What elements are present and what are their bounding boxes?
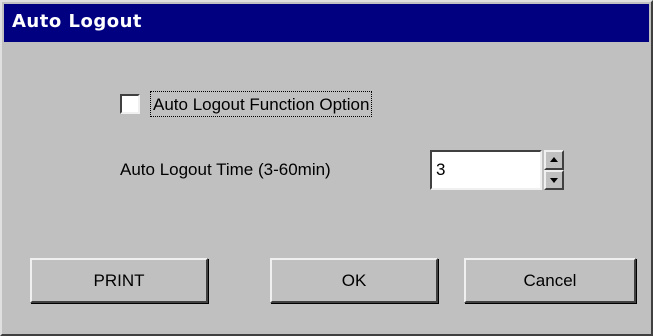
auto-logout-option-checkbox[interactable] (120, 94, 140, 114)
auto-logout-option-label[interactable]: Auto Logout Function Option (150, 91, 373, 117)
spin-down-button[interactable] (544, 170, 564, 190)
title-bar: Auto Logout (4, 4, 649, 42)
spin-up-arrow-icon (550, 157, 558, 162)
cancel-button[interactable]: Cancel (464, 258, 636, 303)
auto-logout-time-input[interactable] (430, 150, 542, 190)
dialog-title: Auto Logout (12, 11, 142, 32)
auto-logout-dialog: Auto Logout Auto Logout Function Option … (0, 0, 653, 336)
spin-up-button[interactable] (544, 150, 564, 170)
auto-logout-time-spinner[interactable] (544, 150, 564, 190)
auto-logout-time-label: Auto Logout Time (3-60min) (120, 160, 331, 179)
spin-down-arrow-icon (550, 178, 558, 183)
ok-button[interactable]: OK (270, 258, 438, 303)
print-button[interactable]: PRINT (30, 258, 208, 303)
